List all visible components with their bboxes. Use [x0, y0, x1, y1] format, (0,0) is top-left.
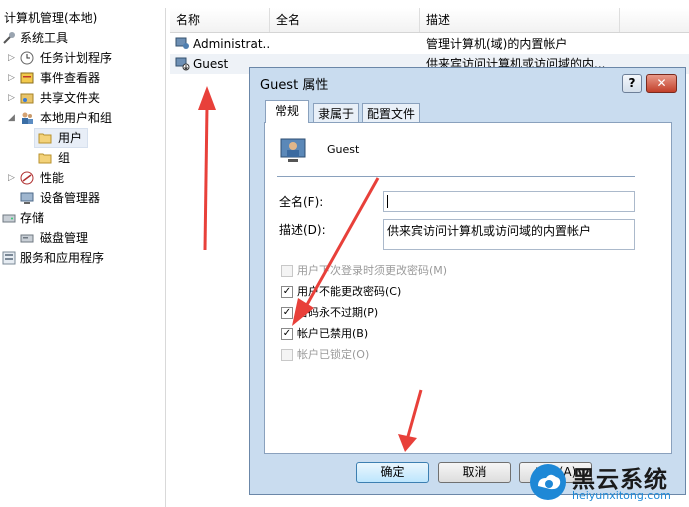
storage-icon: [2, 214, 16, 223]
tree-item-label: 性能: [40, 171, 65, 185]
disk-icon: [20, 234, 34, 243]
checkbox-label: 帐户已锁定(O): [297, 348, 370, 361]
expand-icon[interactable]: ▷: [8, 48, 16, 68]
column-header-description[interactable]: 描述: [420, 8, 620, 32]
tree-item-performance[interactable]: ▷ 性能: [0, 168, 160, 188]
list-header: 名称 全名 描述: [170, 8, 689, 33]
close-button[interactable]: ✕: [646, 74, 677, 93]
folder-icon: [38, 133, 52, 144]
expand-icon[interactable]: ▷: [8, 168, 16, 188]
tree-item-shared-folders[interactable]: ▷ 共享文件夹: [0, 88, 160, 108]
tree-item-users[interactable]: 用户: [0, 128, 160, 148]
column-header-name[interactable]: 名称: [170, 8, 270, 32]
performance-icon: [20, 171, 34, 185]
tab-general[interactable]: 常规: [265, 100, 309, 123]
tree-item-label: 系统工具: [20, 31, 69, 45]
user-description: 管理计算机(域)的内置帐户: [426, 37, 568, 51]
collapse-icon[interactable]: ◢: [8, 108, 16, 128]
tree-item-system-tools[interactable]: 系统工具: [0, 28, 160, 48]
clock-icon: [20, 51, 34, 65]
tree-item-label: 事件查看器: [40, 71, 101, 85]
description-input[interactable]: 供来宾访问计算机或访问域的内置帐户: [383, 219, 635, 250]
annotation-arrow-guest: [198, 86, 216, 250]
tree-item-label: 磁盘管理: [40, 231, 89, 245]
tree-item-event-viewer[interactable]: ▷ 事件查看器: [0, 68, 160, 88]
dialog-title: Guest 属性: [260, 78, 329, 93]
tree-item-label: 共享文件夹: [40, 91, 101, 105]
column-header-fullname[interactable]: 全名: [270, 8, 420, 32]
list-item[interactable]: Administrat... 管理计算机(域)的内置帐户: [170, 34, 689, 54]
help-button[interactable]: ?: [622, 74, 642, 93]
expand-icon[interactable]: ▷: [8, 88, 16, 108]
tree-item-local-users-groups[interactable]: ◢ 本地用户和组: [0, 108, 160, 128]
tree-item-label: 服务和应用程序: [20, 251, 105, 265]
tree-item-label: 本地用户和组: [40, 111, 113, 125]
folder-icon: [38, 153, 52, 164]
ok-button[interactable]: 确定: [356, 462, 429, 483]
annotation-arrow-ok: [398, 389, 423, 452]
tree-item-storage[interactable]: 存储: [0, 208, 160, 228]
user-icon: [175, 37, 189, 49]
tab-member-of[interactable]: 隶属于: [313, 103, 359, 123]
tree-item-label: 组: [58, 151, 71, 165]
tree-item-label: 设备管理器: [40, 191, 101, 205]
users-group-icon: [22, 112, 33, 124]
annotation-arrow-disabled: [292, 177, 380, 326]
tree-item-label: 用户: [58, 131, 83, 145]
tools-icon: [3, 32, 15, 44]
device-manager-icon: [20, 192, 34, 204]
account-name: Guest: [327, 143, 360, 156]
account-locked-checkbox[interactable]: [281, 349, 293, 361]
tree-item-groups[interactable]: 组: [0, 148, 160, 168]
console-tree: 计算机管理(本地) 系统工具 ▷ 任务计划程序 ▷ 事件查看器 ▷ 共享文件夹 …: [0, 8, 166, 507]
watermark: 黑云系统 heiyunxitong.com: [528, 458, 689, 507]
cloud-logo-icon: [530, 464, 566, 500]
tree-root-label: 计算机管理(本地): [4, 11, 98, 25]
tab-profile[interactable]: 配置文件: [362, 103, 420, 123]
user-disabled-icon: [175, 57, 190, 71]
shared-folder-icon: [20, 93, 34, 104]
tree-item-services-apps[interactable]: 服务和应用程序: [0, 248, 160, 268]
tree-item-task-scheduler[interactable]: ▷ 任务计划程序: [0, 48, 160, 68]
fullname-input[interactable]: [383, 191, 635, 212]
user-name: Administrat...: [193, 37, 269, 51]
services-icon: [2, 251, 16, 265]
expand-icon[interactable]: ▷: [8, 68, 16, 88]
guest-user-icon: [280, 138, 306, 162]
description-value: 供来宾访问计算机或访问域的内置帐户: [387, 224, 592, 238]
tree-item-device-manager[interactable]: 设备管理器: [0, 188, 160, 208]
watermark-url: heiyunxitong.com: [572, 489, 671, 502]
tree-item-disk-management[interactable]: 磁盘管理: [0, 228, 160, 248]
event-viewer-icon: [20, 72, 34, 84]
tree-item-label: 存储: [20, 211, 45, 225]
tree-item-label: 任务计划程序: [40, 51, 113, 65]
cancel-button[interactable]: 取消: [438, 462, 511, 483]
text-cursor: [387, 195, 388, 208]
